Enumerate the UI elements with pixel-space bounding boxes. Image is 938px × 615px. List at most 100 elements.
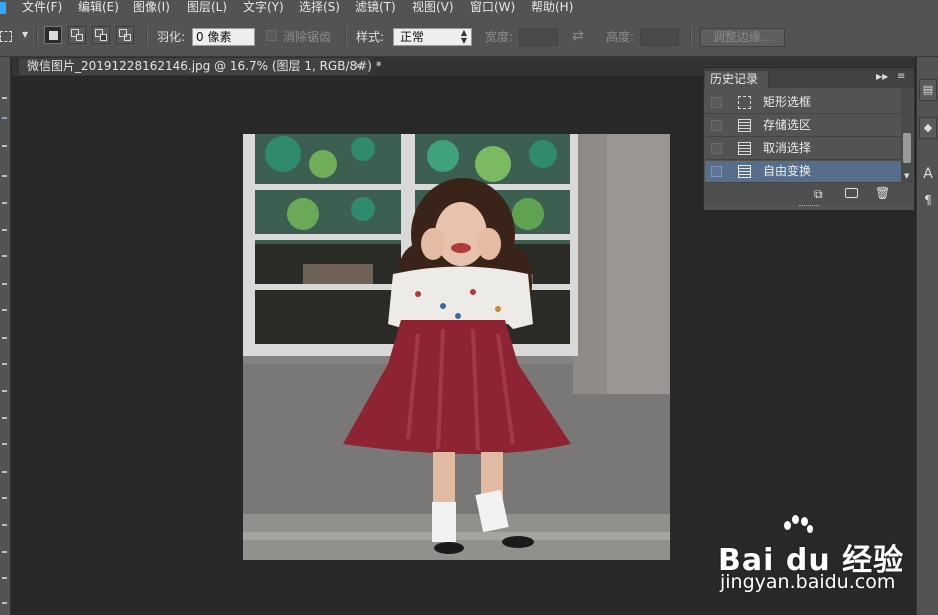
separator (36, 26, 38, 46)
antialias-label: 消除锯齿 (283, 30, 332, 44)
tool-path-select-icon[interactable] (2, 524, 7, 526)
new-selection-button[interactable] (44, 26, 62, 44)
style-label: 样式: (356, 30, 385, 44)
separator (690, 26, 692, 46)
menu-edit[interactable]: 编辑(E) (78, 0, 119, 16)
menu-layer[interactable]: 图层(L) (187, 0, 227, 16)
resize-grip[interactable] (799, 205, 819, 209)
history-snapshot-checkbox[interactable] (711, 97, 722, 108)
history-item-label: 矩形选框 (763, 95, 812, 109)
tool-healing-icon[interactable] (2, 255, 7, 257)
tool-move-icon[interactable] (2, 117, 7, 119)
history-panel-tab[interactable]: 历史记录 (705, 71, 769, 88)
tool-stamp-icon[interactable] (2, 309, 7, 311)
trash-icon[interactable]: 🗑 (875, 186, 890, 200)
panel-menu-icon[interactable]: ≡ (897, 71, 905, 82)
document-icon (738, 119, 751, 132)
menu-filter[interactable]: 滤镜(T) (355, 0, 396, 16)
history-panel-footer: ⧉ 🗑 (704, 183, 914, 205)
tool-shape-icon[interactable] (2, 551, 7, 553)
camera-icon[interactable] (845, 188, 858, 198)
tool-marquee-icon[interactable] (2, 97, 7, 99)
menu-window[interactable]: 窗口(W) (470, 0, 515, 16)
tool-history-brush-icon[interactable] (2, 337, 7, 339)
tool-preset-picker[interactable]: ▼ (0, 28, 34, 46)
history-item-label: 存储选区 (763, 118, 812, 132)
tool-blur-icon[interactable] (2, 417, 7, 419)
refine-edge-button[interactable]: 调整边缘... (700, 28, 785, 47)
history-snapshot-checkbox[interactable] (711, 143, 722, 154)
close-icon[interactable]: × (354, 59, 363, 73)
chevron-down-icon: ▼ (22, 30, 29, 39)
tool-quick-select-icon[interactable] (2, 175, 7, 177)
text-icon[interactable]: A (919, 164, 937, 186)
watermark-url: jingyan.baidu.com (720, 571, 896, 593)
tool-hand-icon[interactable] (2, 577, 7, 579)
tool-gradient-icon[interactable] (2, 390, 7, 392)
baidu-jingyan-watermark: Bai du 经验 jingyan.baidu.com (718, 515, 903, 599)
separator (146, 26, 148, 46)
collapse-panel-icon[interactable]: ▶▶ (876, 72, 888, 81)
tools-panel (0, 57, 11, 615)
canvas-image[interactable] (243, 134, 670, 560)
add-selection-icon-overlap (76, 34, 83, 41)
menu-bar: 文件(F) 编辑(E) 图像(I) 图层(L) 文字(Y) 选择(S) 滤镜(T… (0, 0, 938, 16)
paw-logo-icon (780, 515, 814, 545)
document-icon (738, 142, 751, 155)
tool-lasso-icon[interactable] (2, 145, 7, 147)
subtract-from-selection-button[interactable] (92, 26, 110, 44)
history-panel-icon[interactable]: ▤ (919, 79, 937, 101)
history-snapshot-checkbox[interactable] (711, 120, 722, 131)
tool-type-icon[interactable] (2, 497, 7, 499)
history-item-save-selection[interactable]: 存储选区 (705, 115, 901, 137)
photo-illustration (243, 134, 670, 560)
tool-brush-icon[interactable] (2, 283, 7, 285)
history-item-deselect[interactable]: 取消选择 (705, 138, 901, 160)
scroll-down-icon[interactable]: ▼ (904, 172, 909, 180)
feather-label: 羽化: (157, 30, 186, 44)
menu-help[interactable]: 帮助(H) (531, 0, 573, 16)
tool-eyedropper-icon[interactable] (2, 229, 7, 231)
menu-image[interactable]: 图像(I) (133, 0, 170, 16)
swap-arrows-icon[interactable]: ⇄ (572, 28, 584, 44)
history-item-label: 自由变换 (763, 164, 812, 178)
menu-type[interactable]: 文字(Y) (243, 0, 284, 16)
history-snapshot-checkbox[interactable] (711, 166, 722, 177)
history-panel: 历史记录 ▶▶ ≡ 矩形选框 存储选区 取消选择 自由变换 ▼ ⧉ 🗑 (703, 67, 915, 211)
height-input[interactable] (640, 28, 679, 46)
3d-cube-icon[interactable]: ◆ (919, 117, 937, 139)
menu-file[interactable]: 文件(F) (22, 0, 62, 16)
tool-crop-icon[interactable] (2, 202, 7, 204)
width-label: 宽度: (485, 30, 514, 44)
photoshop-app-icon[interactable] (0, 2, 6, 14)
antialias-checkbox[interactable] (266, 30, 277, 41)
new-selection-icon (49, 31, 58, 40)
intersect-selection-button[interactable] (116, 26, 134, 44)
rect-marquee-icon (738, 96, 751, 109)
tool-zoom-icon[interactable] (2, 602, 7, 604)
history-scrollbar-thumb[interactable] (903, 133, 911, 163)
tool-dodge-icon[interactable] (2, 443, 7, 445)
menu-select[interactable]: 选择(S) (299, 0, 340, 16)
style-select-value: 正常 (400, 30, 425, 44)
history-item-free-transform[interactable]: 自由变换 (705, 161, 901, 183)
options-bar: ▼ 羽化: 0 像素 消除锯齿 样式: 正常 ▲ ▼ 宽度: ⇄ 高度: 调整边缘… (0, 16, 938, 57)
document-tab[interactable]: 微信图片_20191228162146.jpg @ 16.7% (图层 1, R… (18, 57, 382, 75)
height-label: 高度: (606, 30, 635, 44)
style-select[interactable]: 正常 ▲ ▼ (393, 28, 472, 46)
history-item-rect-marquee[interactable]: 矩形选框 (705, 92, 901, 114)
right-dock: ▤ ◆ A ¶ (916, 57, 938, 615)
feather-input[interactable]: 0 像素 (192, 28, 255, 46)
spinner-arrows-icon: ▲ ▼ (460, 28, 467, 45)
menu-view[interactable]: 视图(V) (412, 0, 454, 16)
document-icon (738, 165, 751, 178)
intersect-selection-icon-overlap (124, 34, 131, 41)
tool-eraser-icon[interactable] (2, 363, 7, 365)
new-document-from-state-icon[interactable]: ⧉ (814, 187, 823, 202)
add-to-selection-button[interactable] (68, 26, 86, 44)
subtract-selection-icon-overlap (100, 34, 107, 41)
paragraph-icon[interactable]: ¶ (919, 190, 937, 212)
width-input[interactable] (519, 28, 558, 46)
tool-pen-icon[interactable] (2, 471, 7, 473)
rect-marquee-icon (0, 31, 12, 42)
